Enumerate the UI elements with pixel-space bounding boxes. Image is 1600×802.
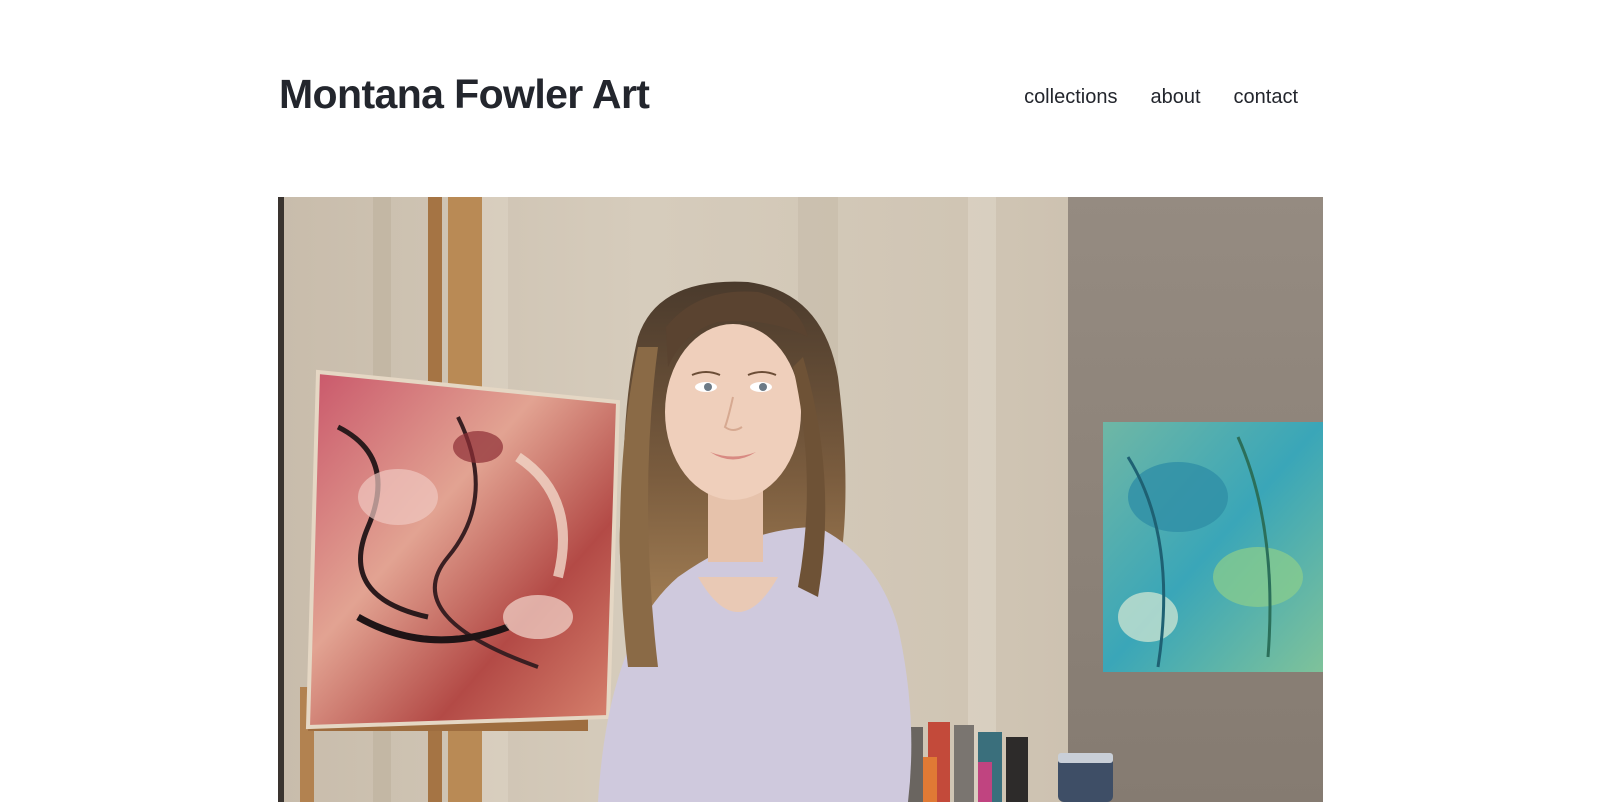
artist-portrait-photo xyxy=(278,197,1323,802)
nav-link-about[interactable]: about xyxy=(1150,85,1200,109)
nav-link-contact[interactable]: contact xyxy=(1234,85,1298,109)
hero-image xyxy=(278,197,1323,802)
site-header: Montana Fowler Art collections about con… xyxy=(279,66,1298,130)
nav-link-collections[interactable]: collections xyxy=(1024,85,1117,109)
site-title-link[interactable]: Montana Fowler Art xyxy=(279,71,650,117)
main-nav: collections about contact xyxy=(991,85,1298,109)
